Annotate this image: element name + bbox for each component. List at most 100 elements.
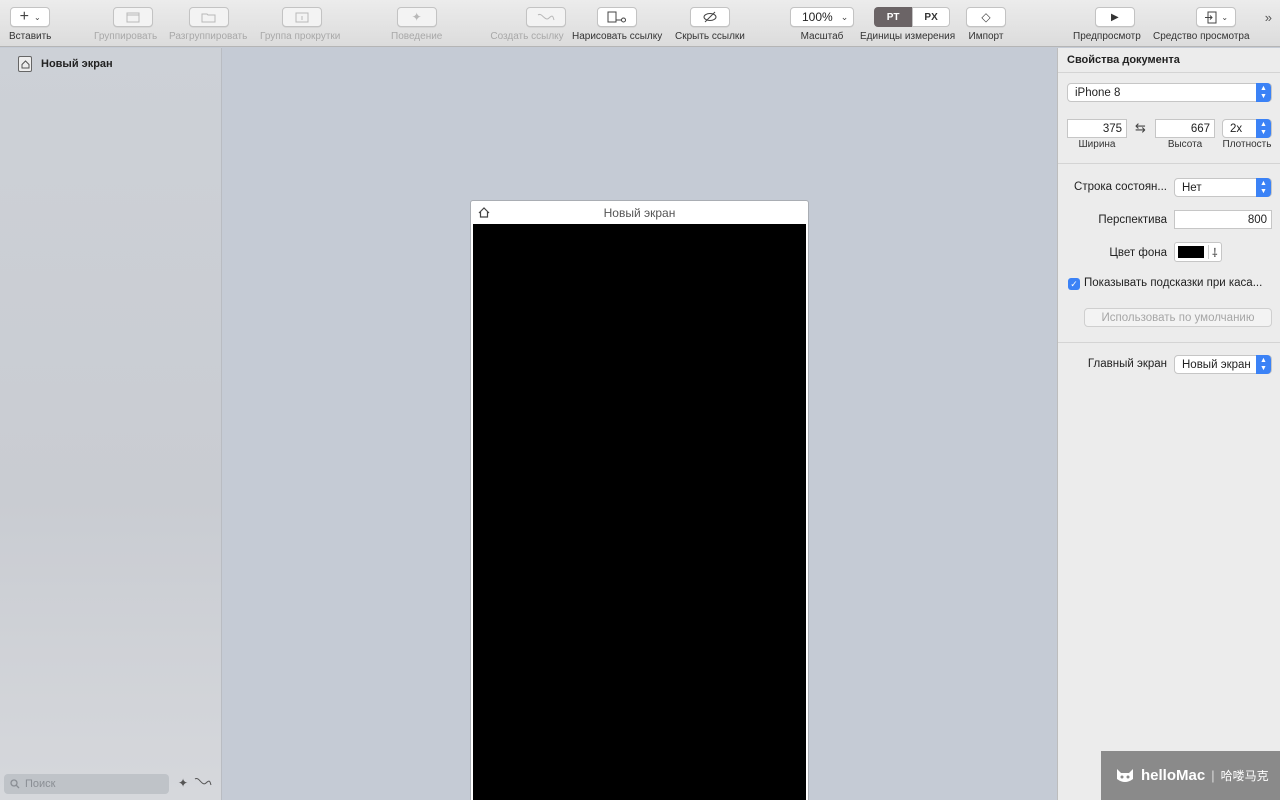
- link-curve-icon: [537, 13, 555, 21]
- viewer-icon: [1205, 11, 1217, 23]
- draw-link-icon: [607, 11, 627, 22]
- perspective-field[interactable]: 800: [1174, 210, 1272, 229]
- swap-icon[interactable]: ⇆: [1135, 120, 1146, 136]
- artboard-title: Новый экран: [603, 206, 676, 220]
- density-select[interactable]: 2x ▲ ▼: [1222, 119, 1272, 138]
- behavior-label: Поведение: [391, 31, 443, 42]
- main-screen-select[interactable]: Новый экран ▲ ▼: [1174, 355, 1272, 374]
- play-icon: ▶: [1111, 11, 1119, 23]
- status-bar-select[interactable]: Нет ▲ ▼: [1174, 178, 1272, 197]
- create-link-button[interactable]: [526, 7, 566, 27]
- screen-artboard[interactable]: Новый экран: [470, 200, 809, 800]
- chevron-down-icon: ⌄: [1221, 12, 1229, 22]
- insert-label: Вставить: [9, 31, 52, 42]
- stepper-arrows-icon: ▲ ▼: [1256, 83, 1271, 102]
- draw-link-button[interactable]: [597, 7, 638, 27]
- hide-links-button[interactable]: [689, 7, 730, 27]
- draw-link-tool[interactable]: Нарисовать ссылку: [572, 7, 662, 42]
- screen-icon: [18, 56, 32, 72]
- height-label: Высота: [1167, 139, 1203, 150]
- perspective-label: Перспектива: [1098, 214, 1167, 226]
- chevron-down-icon: ⌄: [840, 11, 849, 22]
- units-pt-button[interactable]: PT: [874, 7, 913, 27]
- hide-links-label: Скрыть ссылки: [675, 31, 745, 42]
- design-canvas[interactable]: Новый экран: [223, 48, 1057, 800]
- viewer-tool[interactable]: ⌄ Средство просмотра: [1153, 7, 1250, 42]
- show-hints-label: Показывать подсказки при каса...: [1084, 277, 1263, 289]
- height-field[interactable]: 667: [1155, 119, 1215, 138]
- search-icon: [10, 779, 20, 789]
- zoom-label: Масштаб: [800, 31, 844, 42]
- divider: [1058, 72, 1280, 73]
- link-curve-icon[interactable]: [194, 776, 212, 788]
- ungroup-label: Разгруппировать: [169, 31, 248, 42]
- plus-icon: +: [19, 8, 29, 25]
- eye-slash-icon: [703, 11, 717, 23]
- preview-tool[interactable]: ▶ Предпросмотр: [1073, 7, 1141, 42]
- group-button[interactable]: [112, 7, 153, 27]
- screen-list-label: Новый экран: [41, 58, 113, 70]
- magic-wand-icon[interactable]: ✦: [178, 776, 188, 790]
- import-button[interactable]: ◇: [966, 7, 1006, 27]
- magic-wand-icon: ✦: [411, 10, 422, 24]
- stepper-arrows-icon: ▲ ▼: [1256, 119, 1271, 138]
- density-value: 2x: [1230, 122, 1243, 135]
- group-icon: [126, 12, 140, 22]
- ungroup-tool[interactable]: Разгруппировать: [169, 7, 247, 42]
- hide-links-tool[interactable]: Скрыть ссылки: [675, 7, 745, 42]
- create-link-tool[interactable]: Создать ссылку: [488, 7, 566, 42]
- divider: [1058, 342, 1280, 343]
- insert-tool[interactable]: + ⌄ Вставить: [9, 7, 51, 42]
- units-tool: PT PX Единицы измерения: [860, 7, 955, 42]
- checkmark-icon: ✓: [1070, 278, 1078, 289]
- screens-sidebar: Новый экран Поиск ✦: [0, 48, 222, 800]
- status-bar-value: Нет: [1182, 181, 1202, 194]
- zoom-value: 100%: [802, 10, 833, 24]
- perspective-value: 800: [1247, 213, 1267, 226]
- viewer-label: Средство просмотра: [1153, 31, 1250, 42]
- import-tool[interactable]: ◇ Импорт: [966, 7, 1006, 42]
- watermark-cn: 哈喽马克: [1220, 769, 1269, 783]
- width-value: 375: [1102, 122, 1122, 135]
- show-hints-checkbox[interactable]: ✓: [1068, 278, 1080, 290]
- eyedropper-icon[interactable]: ⸸: [1212, 244, 1218, 261]
- behavior-tool[interactable]: ✦ Поведение: [391, 7, 442, 42]
- width-field[interactable]: 375: [1067, 119, 1127, 138]
- chevron-down-icon: ⌄: [34, 12, 41, 22]
- insert-button[interactable]: + ⌄: [10, 7, 51, 27]
- watermark: helloMac | 哈喽马克: [1101, 751, 1280, 800]
- screen-list-item[interactable]: Новый экран: [18, 56, 113, 72]
- viewer-button[interactable]: ⌄: [1196, 7, 1237, 27]
- group-tool[interactable]: Группировать: [94, 7, 157, 42]
- preview-button[interactable]: ▶: [1094, 7, 1135, 27]
- density-label: Плотность: [1222, 139, 1272, 150]
- main-screen-value: Новый экран: [1182, 358, 1251, 371]
- width-label: Ширина: [1078, 139, 1116, 150]
- search-input[interactable]: Поиск: [4, 774, 169, 794]
- device-select[interactable]: iPhone 8 ▲ ▼: [1067, 83, 1272, 102]
- scroll-group-label: Группа прокрутки: [260, 31, 341, 42]
- use-default-button[interactable]: Использовать по умолчанию: [1084, 308, 1272, 327]
- behavior-button[interactable]: ✦: [396, 7, 437, 27]
- ungroup-button[interactable]: [189, 7, 230, 27]
- bg-color-label: Цвет фона: [1109, 247, 1167, 259]
- height-value: 667: [1190, 122, 1210, 135]
- home-icon: [21, 59, 29, 68]
- overflow-chevron-icon[interactable]: »: [1265, 10, 1272, 25]
- sidebar-tools: ✦: [178, 776, 212, 790]
- import-label: Импорт: [968, 31, 1004, 42]
- create-link-label: Создать ссылку: [490, 31, 564, 42]
- divider: [1058, 163, 1280, 164]
- units-px-button[interactable]: PX: [912, 7, 951, 27]
- bg-color-well[interactable]: ⸸: [1174, 242, 1222, 262]
- panel-title: Свойства документа: [1067, 54, 1180, 66]
- artboard-content[interactable]: [473, 224, 806, 800]
- draw-link-label: Нарисовать ссылку: [572, 31, 663, 42]
- preview-label: Предпросмотр: [1073, 31, 1141, 42]
- search-placeholder: Поиск: [25, 778, 56, 790]
- scroll-group-button[interactable]: [282, 7, 323, 27]
- zoom-tool[interactable]: 100% ⌄ Масштаб: [790, 7, 854, 42]
- group-label: Группировать: [94, 31, 158, 42]
- zoom-select[interactable]: 100% ⌄: [790, 7, 854, 27]
- scroll-group-tool[interactable]: Группа прокрутки: [260, 7, 340, 42]
